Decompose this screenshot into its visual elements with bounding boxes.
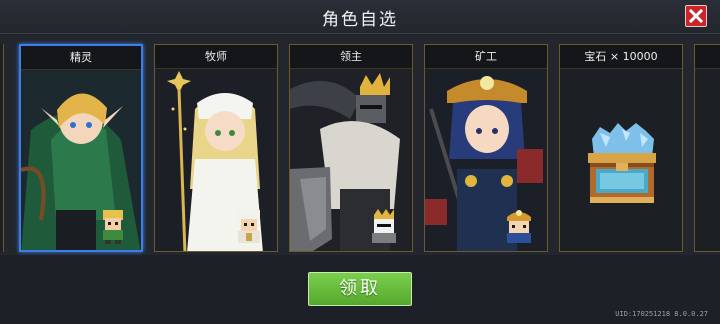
card-gems[interactable]: 宝石 × 10000 — [559, 44, 683, 252]
title-bar: 角色自选 — [0, 0, 720, 34]
card-label: 领主 — [290, 45, 412, 69]
offscreen-card-right — [694, 44, 720, 252]
close-button[interactable] — [685, 5, 707, 27]
card-miner[interactable]: 矿工 — [424, 44, 548, 252]
card-label: 宝石 × 10000 — [560, 45, 682, 69]
card-lord[interactable]: 领主 — [289, 44, 413, 252]
card-elf[interactable]: 精灵 — [19, 44, 143, 252]
miner-badge-icon — [499, 205, 539, 245]
gem-chest-icon — [560, 69, 682, 251]
lord-badge-icon — [364, 205, 404, 245]
card-carousel[interactable]: 精灵 牧师 领主 矿工 宝石 × 10000 — [0, 35, 720, 255]
claim-button[interactable]: 领取 — [308, 272, 412, 306]
card-label: 精灵 — [21, 46, 141, 70]
card-label: 牧师 — [155, 45, 277, 69]
window-title: 角色自选 — [322, 10, 398, 30]
close-icon — [689, 9, 703, 23]
uid-version-text: UID:170251218 8.0.0.27 — [615, 310, 708, 318]
card-priest[interactable]: 牧师 — [154, 44, 278, 252]
offscreen-card-left — [0, 44, 4, 252]
card-label: 矿工 — [425, 45, 547, 69]
priest-badge-icon — [229, 205, 269, 245]
elf-badge-icon — [93, 204, 133, 244]
